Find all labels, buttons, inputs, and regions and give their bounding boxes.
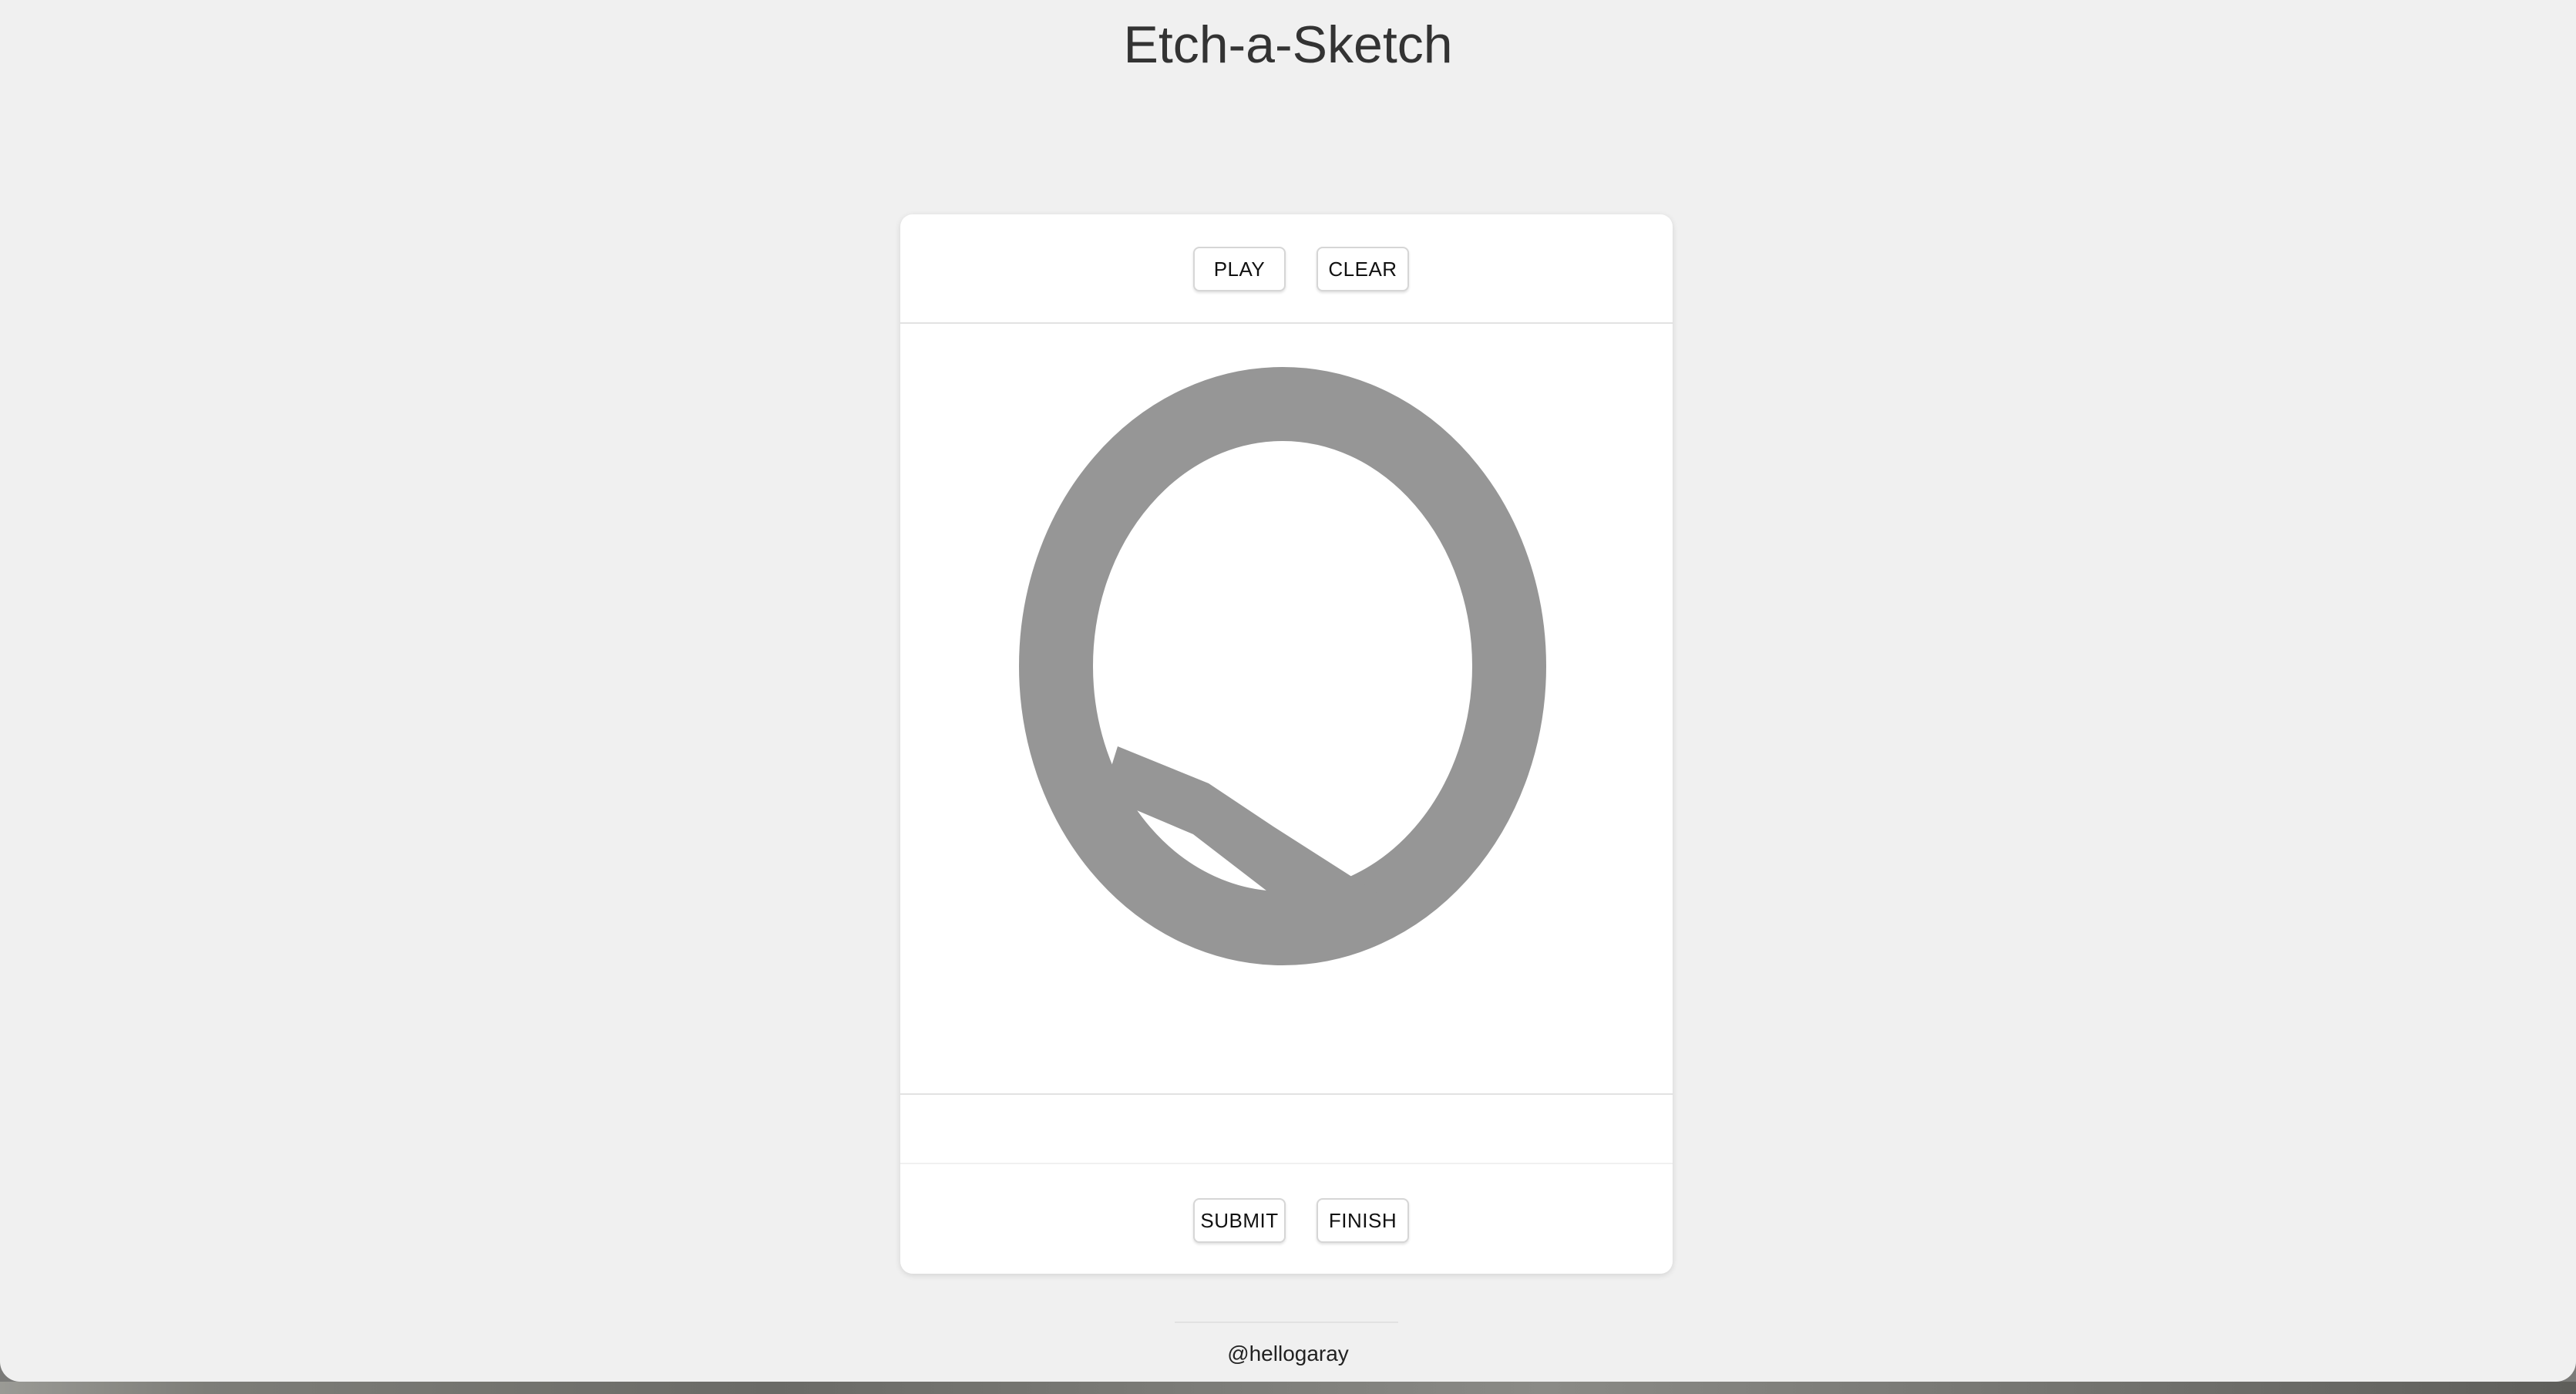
author-credit: @hellogaray	[1227, 1342, 1349, 1365]
sketch-canvas[interactable]	[900, 324, 1673, 1095]
page-title: Etch-a-Sketch	[1123, 15, 1453, 74]
play-button[interactable]: PLAY	[1193, 247, 1286, 291]
card-toolbar: PLAY CLEAR	[900, 214, 1673, 324]
footer-divider	[1175, 1322, 1398, 1323]
status-message	[900, 1095, 1673, 1164]
card-actions: SUBMIT FINISH	[900, 1164, 1673, 1274]
clear-button[interactable]: CLEAR	[1317, 247, 1409, 291]
desktop-background	[0, 1382, 2576, 1394]
submit-button[interactable]: SUBMIT	[1193, 1198, 1286, 1243]
sketch-drawing	[1019, 367, 1546, 965]
finish-button[interactable]: FINISH	[1317, 1198, 1409, 1243]
browser-window: Etch-a-Sketch PLAY CLEAR SUBMIT FINISH @…	[0, 0, 2576, 1382]
sketch-card: PLAY CLEAR SUBMIT FINISH	[900, 214, 1673, 1274]
